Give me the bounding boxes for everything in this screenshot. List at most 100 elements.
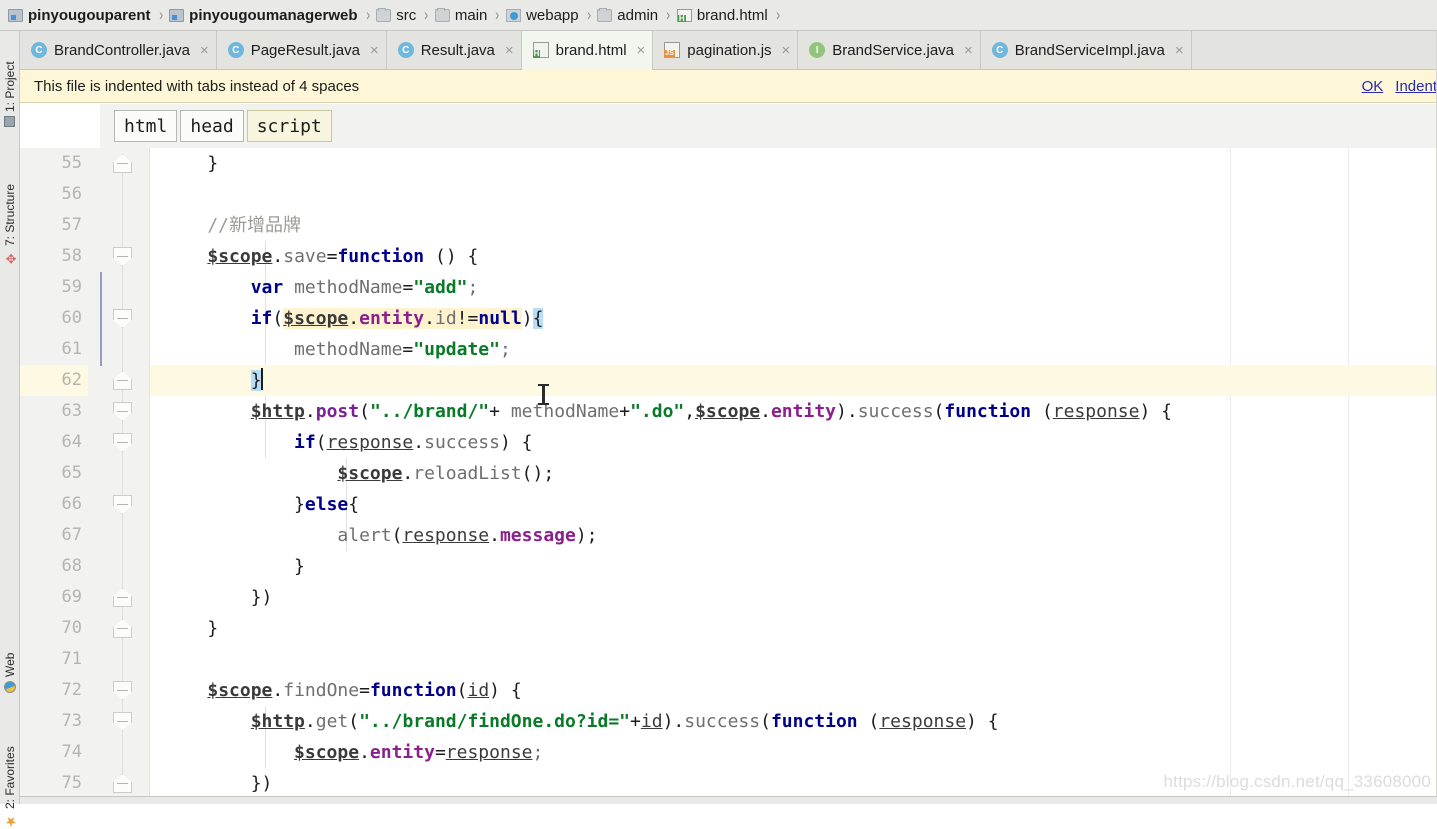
code-line[interactable]: }) xyxy=(150,582,1437,613)
line-number: 72 xyxy=(61,680,82,700)
close-icon[interactable]: × xyxy=(1172,42,1184,59)
chip-html[interactable]: html xyxy=(114,110,178,142)
chip-head[interactable]: head xyxy=(180,110,244,142)
breadcrumb-item-main[interactable]: main › xyxy=(434,0,506,30)
code-editor[interactable]: 55 56 57 58 59 60 61 62 63 64 65 66 67 68 69 70 71 72 73 74… xyxy=(20,148,1437,796)
tool-window-label: Web xyxy=(3,652,17,677)
fold-collapse-icon[interactable] xyxy=(113,619,132,638)
notification-message: This file is indented with tabs instead … xyxy=(34,77,360,95)
code-line-text: }else{ xyxy=(294,494,360,515)
chip-script[interactable]: script xyxy=(246,110,332,142)
code-line[interactable]: } xyxy=(150,148,1437,179)
fold-expand-icon[interactable] xyxy=(113,495,132,514)
code-line[interactable]: } xyxy=(150,551,1437,582)
tool-window-project[interactable]: 1: Project xyxy=(0,35,20,127)
chip-label: script xyxy=(256,115,322,137)
html-file-icon xyxy=(676,8,692,22)
line-number: 56 xyxy=(61,184,82,204)
mouse-text-cursor xyxy=(538,384,549,405)
tool-window-label: 1: Project xyxy=(3,61,17,112)
breadcrumb-label: main xyxy=(454,6,488,24)
breadcrumb[interactable]: pinyougouparent › pinyougoumanagerweb › … xyxy=(0,0,1437,31)
code-line[interactable]: $http.get("../brand/findOne.do?id="+id).… xyxy=(150,706,1437,737)
tab-brandserviceimpl-java[interactable]: BrandServiceImpl.java × xyxy=(980,31,1192,69)
code-line[interactable]: var methodName="add"; xyxy=(150,272,1437,303)
breadcrumb-item-pinyougoumanagerweb[interactable]: pinyougoumanagerweb › xyxy=(169,0,376,30)
code-line[interactable]: $scope.entity=response; xyxy=(150,737,1437,768)
fold-collapse-icon[interactable] xyxy=(113,588,132,607)
fold-collapse-icon[interactable] xyxy=(113,774,132,793)
code-line[interactable]: $scope.findOne=function(id) { xyxy=(150,675,1437,706)
code-folding-strip[interactable] xyxy=(105,148,150,796)
tab-brandcontroller-java[interactable]: BrandController.java × xyxy=(20,31,217,69)
code-line[interactable]: methodName="update"; xyxy=(150,334,1437,365)
close-icon[interactable]: × xyxy=(197,42,209,59)
breadcrumb-label: src xyxy=(396,6,417,24)
close-icon[interactable]: × xyxy=(961,42,973,59)
folder-icon xyxy=(597,7,613,22)
fold-expand-icon[interactable] xyxy=(113,309,132,328)
breadcrumb-item-admin[interactable]: admin › xyxy=(597,0,677,30)
close-icon[interactable]: × xyxy=(779,42,791,59)
code-line[interactable]: //新增品牌 xyxy=(150,210,1437,241)
line-number: 71 xyxy=(61,649,82,669)
chevron-right-icon: › xyxy=(666,5,671,24)
code-line[interactable]: if(response.success) { xyxy=(150,427,1437,458)
fold-expand-icon[interactable] xyxy=(113,712,132,731)
tool-window-favorites[interactable]: ★ 2: Favorites xyxy=(0,721,20,829)
fold-expand-icon[interactable] xyxy=(113,681,132,700)
breadcrumb-item-brand-html[interactable]: brand.html › xyxy=(676,0,787,30)
tab-label: Result.java xyxy=(420,41,495,59)
code-line[interactable]: } xyxy=(150,613,1437,644)
breadcrumb-item-webapp[interactable]: webapp › xyxy=(506,0,597,30)
line-number: 63 xyxy=(61,401,82,421)
code-line[interactable]: alert(response.message); xyxy=(150,520,1437,551)
close-icon[interactable]: × xyxy=(367,42,379,59)
tab-pagination-js[interactable]: pagination.js × xyxy=(653,31,799,69)
line-number: 69 xyxy=(61,587,82,607)
code-line[interactable]: $scope.save=function () { xyxy=(150,241,1437,272)
fold-expand-icon[interactable] xyxy=(113,402,132,421)
structure-icon: ✥ xyxy=(2,250,18,265)
code-line[interactable] xyxy=(150,179,1437,210)
code-line[interactable] xyxy=(150,644,1437,675)
code-line[interactable]: } xyxy=(150,365,1437,396)
fold-collapse-icon[interactable] xyxy=(113,371,132,390)
close-icon[interactable]: × xyxy=(502,42,514,59)
java-class-icon xyxy=(991,42,1008,58)
fold-collapse-icon[interactable] xyxy=(113,154,132,173)
editor-tab-bar[interactable]: BrandController.java × PageResult.java ×… xyxy=(20,31,1437,70)
tab-brand-html[interactable]: brand.html × xyxy=(521,31,654,70)
line-number: 65 xyxy=(61,463,82,483)
chevron-right-icon: › xyxy=(775,5,780,24)
line-number: 64 xyxy=(61,432,82,452)
code-line[interactable]: $scope.reloadList(); xyxy=(150,458,1437,489)
code-line[interactable]: $http.post("../brand/"+ methodName+".do"… xyxy=(150,396,1437,427)
tab-result-java[interactable]: Result.java × xyxy=(386,31,522,69)
code-line-text: //新增品牌 xyxy=(164,215,302,236)
breadcrumb-item-pinyougouparent[interactable]: pinyougouparent › xyxy=(8,0,169,30)
tab-brandservice-java[interactable]: BrandService.java × xyxy=(798,31,981,69)
fold-expand-icon[interactable] xyxy=(113,433,132,452)
tab-label: PageResult.java xyxy=(250,41,360,59)
code-line[interactable]: }else{ xyxy=(150,489,1437,520)
editor-structure-breadcrumb: html head script xyxy=(100,104,1437,148)
breadcrumb-item-src[interactable]: src › xyxy=(376,0,435,30)
notification-indent-link[interactable]: Indent xyxy=(1395,78,1437,95)
watermark-text: https://blog.csdn.net/qq_33608000 xyxy=(1163,772,1431,791)
code-text-area[interactable]: } //新增品牌 $scope.save=function () { var m… xyxy=(150,148,1437,796)
editor-gutter[interactable]: 55 56 57 58 59 60 61 62 63 64 65 66 67 68 69 70 71 72 73 74… xyxy=(20,148,105,796)
notification-ok-link[interactable]: OK xyxy=(1362,78,1384,95)
tab-pageresult-java[interactable]: PageResult.java × xyxy=(216,31,387,69)
code-line[interactable]: if($scope.entity.id!=null){ xyxy=(150,303,1437,334)
code-line-text: if($scope.entity.id!=null){ xyxy=(250,308,544,329)
breadcrumb-label: pinyougouparent xyxy=(28,6,151,24)
web-folder-icon xyxy=(506,8,522,22)
tool-window-web[interactable]: Web xyxy=(0,623,20,693)
line-number: 61 xyxy=(61,339,82,359)
close-icon[interactable]: × xyxy=(634,42,646,59)
tab-label: pagination.js xyxy=(687,41,772,59)
fold-expand-icon[interactable] xyxy=(113,247,132,266)
code-line-text: $http.get("../brand/findOne.do?id="+id).… xyxy=(250,711,999,732)
tool-window-structure[interactable]: ✥ 7: Structure xyxy=(0,157,20,265)
